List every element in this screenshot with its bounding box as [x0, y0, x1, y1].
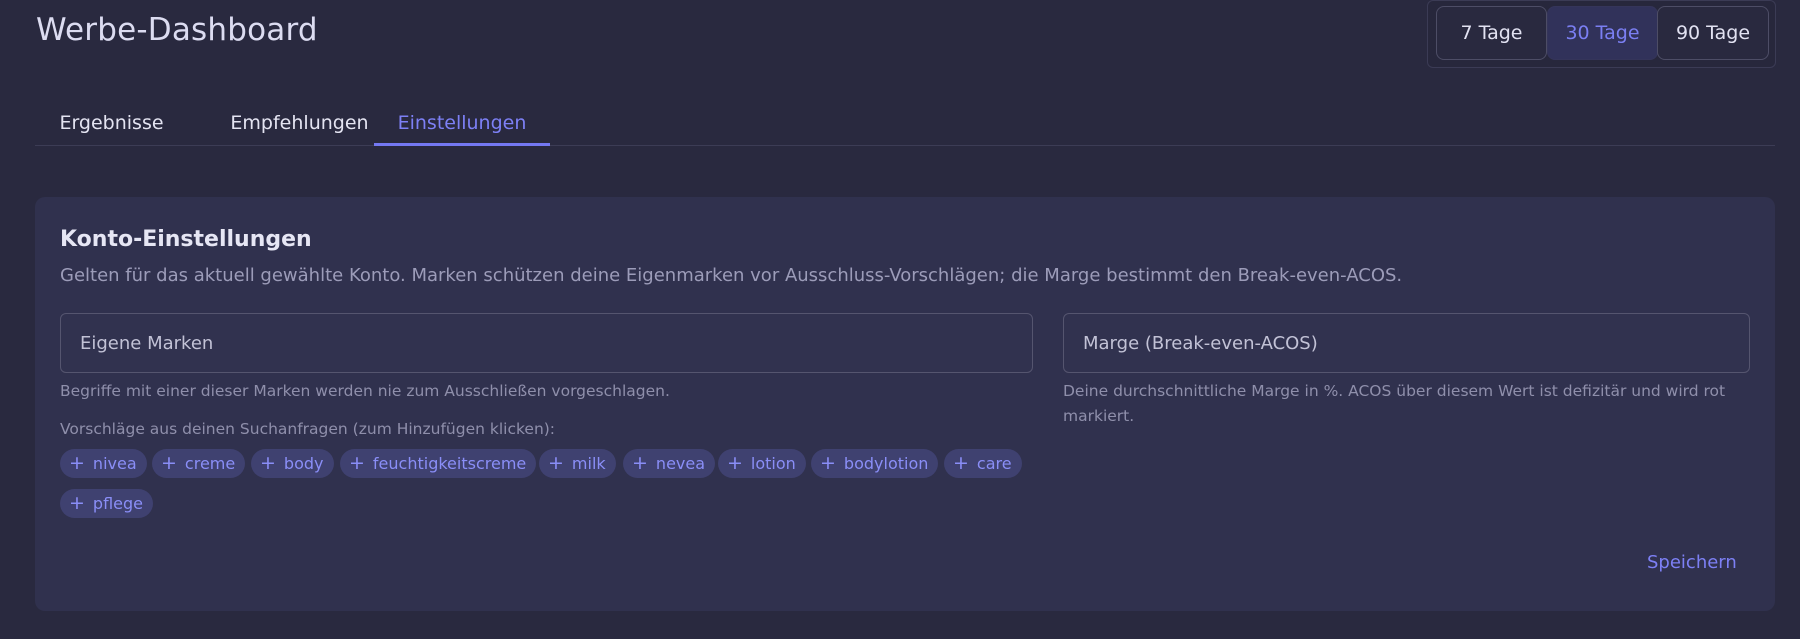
account-settings-card: Konto-Einstellungen Gelten für das aktue…: [35, 197, 1775, 611]
plus-icon: +: [727, 452, 743, 474]
suggestion-chip[interactable]: + feuchtigkeitscreme: [340, 449, 537, 478]
tab-bar: Ergebnisse Empfehlungen Einstellungen: [35, 100, 1775, 146]
range-90-days-button[interactable]: 90 Tage: [1657, 6, 1769, 60]
plus-icon: +: [953, 452, 969, 474]
range-7-days-button[interactable]: 7 Tage: [1436, 6, 1547, 60]
margin-help-text: Deine durchschnittliche Marge in %. ACOS…: [1063, 382, 1726, 425]
suggestion-chip[interactable]: + body: [251, 449, 334, 478]
tab-empfehlungen[interactable]: Empfehlungen: [203, 100, 396, 146]
suggestion-chip[interactable]: + creme: [152, 449, 246, 478]
plus-icon: +: [349, 452, 365, 474]
plus-icon: +: [69, 492, 85, 514]
settings-title: Konto-Einstellungen: [60, 227, 312, 252]
page-title: Werbe-Dashboard: [36, 12, 318, 48]
suggestion-chip[interactable]: + bodylotion: [811, 449, 939, 478]
tab-einstellungen[interactable]: Einstellungen: [374, 100, 550, 146]
plus-icon: +: [632, 452, 648, 474]
margin-input[interactable]: [1063, 313, 1750, 373]
save-button[interactable]: Speichern: [1647, 552, 1737, 573]
settings-description: Gelten für das aktuell gewählte Konto. M…: [60, 265, 1403, 286]
range-30-days-button[interactable]: 30 Tage: [1547, 6, 1658, 60]
brands-help-text: Begriffe mit einer dieser Marken werden …: [60, 382, 670, 400]
suggestion-chip[interactable]: + care: [944, 449, 1022, 478]
plus-icon: +: [69, 452, 85, 474]
brands-input[interactable]: [60, 313, 1033, 373]
plus-icon: +: [161, 452, 177, 474]
header: Werbe-Dashboard: [36, 12, 318, 48]
tab-ergebnisse[interactable]: Ergebnisse: [35, 100, 188, 146]
suggestion-chip[interactable]: + pflege: [60, 489, 153, 518]
plus-icon: +: [548, 452, 564, 474]
suggestion-chip[interactable]: + lotion: [718, 449, 806, 478]
suggestion-chip[interactable]: + nevea: [623, 449, 716, 478]
date-range-selector: 7 Tage 30 Tage 90 Tage: [1427, 0, 1776, 68]
suggestions-label: Vorschläge aus deinen Suchanfragen (zum …: [60, 420, 556, 438]
plus-icon: +: [820, 452, 836, 474]
plus-icon: +: [260, 452, 276, 474]
suggestion-chip[interactable]: + nivea: [60, 449, 147, 478]
suggestion-chip[interactable]: + milk: [539, 449, 616, 478]
